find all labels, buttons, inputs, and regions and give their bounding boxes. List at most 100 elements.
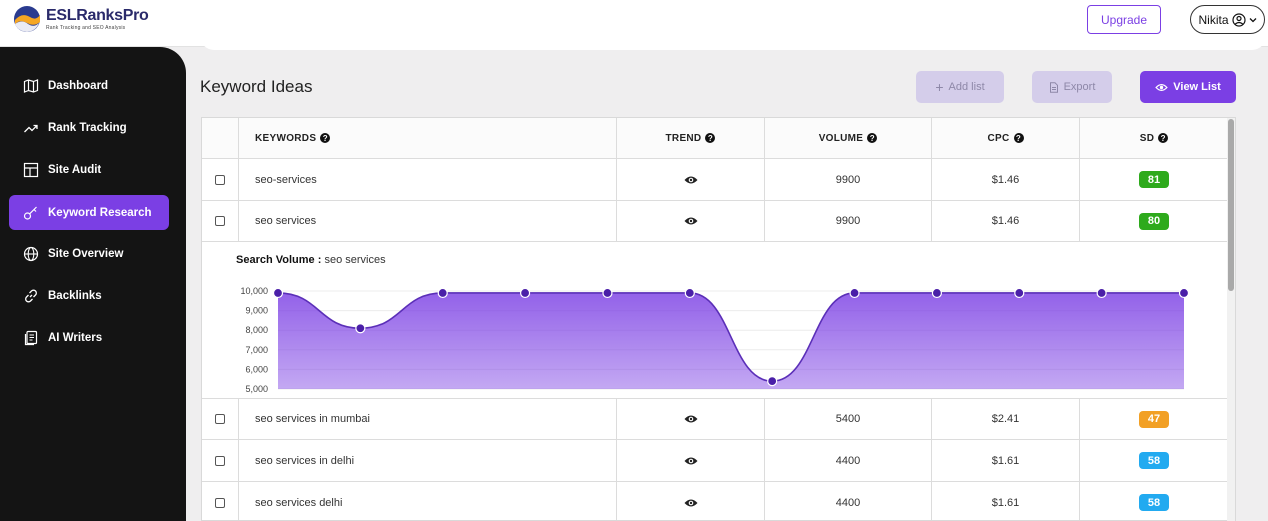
sidebar-item-backlinks[interactable]: Backlinks — [9, 278, 169, 313]
user-name: Nikita — [1198, 12, 1229, 27]
sidebar-item-label: Site Overview — [48, 247, 124, 260]
table-row[interactable]: seo services in mumbai 5400 $2.41 47 — [202, 399, 1228, 440]
eye-icon[interactable] — [684, 456, 698, 466]
y-tick-label: 10,000 — [240, 286, 268, 296]
keyword-cell: seo services in mumbai — [238, 399, 616, 439]
sidebar-item-ai-writers[interactable]: AI Writers — [9, 320, 169, 355]
sd-badge: 81 — [1139, 171, 1169, 188]
sidebar-item-label: AI Writers — [48, 331, 103, 344]
table-row[interactable]: seo services 9900 $1.46 80 — [202, 201, 1228, 242]
row-checkbox[interactable] — [215, 455, 225, 466]
data-point — [437, 287, 448, 299]
sidebar-item-label: Dashboard — [48, 79, 109, 92]
table-scrollbar[interactable] — [1227, 118, 1235, 521]
page-title: Keyword Ideas — [200, 77, 313, 96]
help-icon[interactable]: ? — [705, 133, 716, 143]
search-volume-chart: 10,000 9,000 8,000 7,000 6,000 5,000 — [240, 286, 1190, 394]
eye-icon[interactable] — [684, 175, 698, 185]
add-list-button[interactable]: + Add list — [916, 71, 1004, 103]
brand-logo[interactable]: ESLRanksPro Rank Tracking and SEO Analys… — [12, 4, 149, 34]
user-menu[interactable]: Nikita — [1190, 5, 1265, 34]
data-point — [1014, 287, 1025, 299]
table-row[interactable]: seo-services 9900 $1.46 81 — [202, 159, 1228, 201]
sidebar-item-keyword-research[interactable]: Keyword Research — [9, 195, 169, 230]
sidebar: Dashboard Rank Tracking Site Audit Keywo… — [0, 47, 186, 521]
user-circle-icon — [1231, 12, 1246, 27]
data-point — [519, 287, 531, 299]
cpc-cell: $2.41 — [931, 399, 1079, 439]
scrollbar-thumb[interactable] — [1228, 119, 1234, 291]
help-icon[interactable]: ? — [1158, 133, 1169, 143]
add-list-label: Add list — [948, 81, 985, 93]
data-point — [931, 287, 943, 299]
header-trend[interactable]: TREND? — [616, 118, 764, 158]
data-point — [355, 323, 366, 334]
sidebar-item-site-overview[interactable]: Site Overview — [9, 236, 169, 271]
key-icon — [23, 206, 37, 220]
eye-icon — [1155, 83, 1169, 91]
data-point — [1096, 287, 1107, 299]
cpc-cell: $1.61 — [931, 440, 1079, 481]
trend-line-icon — [24, 124, 38, 132]
chevron-down-icon — [1249, 17, 1256, 22]
brand-name: ESLRanksPro — [46, 7, 149, 24]
logo-icon — [12, 4, 42, 34]
sd-badge: 47 — [1139, 410, 1169, 428]
view-list-label: View List — [1173, 81, 1221, 93]
sidebar-item-rank-tracking[interactable]: Rank Tracking — [9, 110, 169, 145]
sd-badge: 58 — [1139, 452, 1169, 469]
sidebar-item-site-audit[interactable]: Site Audit — [9, 152, 169, 187]
map-icon — [23, 78, 39, 93]
volume-cell: 5400 — [764, 399, 931, 439]
search-panel-edge — [200, 36, 1266, 50]
row-checkbox[interactable] — [215, 414, 225, 424]
sidebar-item-dashboard[interactable]: Dashboard — [9, 68, 169, 103]
keyword-cell: seo services — [238, 201, 616, 241]
export-button[interactable]: Export — [1032, 71, 1112, 103]
upgrade-button[interactable]: Upgrade — [1087, 5, 1161, 34]
y-tick-label: 6,000 — [245, 364, 268, 374]
sidebar-item-label: Site Audit — [48, 163, 102, 176]
brand-tagline: Rank Tracking and SEO Analysis — [46, 25, 126, 31]
cpc-cell: $1.46 — [931, 201, 1079, 241]
sidebar-item-label: Backlinks — [48, 289, 102, 302]
view-list-button[interactable]: View List — [1140, 71, 1236, 103]
table-header-row: KEYWORDS? TREND? VOLUME? CPC? SD? — [202, 118, 1228, 159]
volume-cell: 9900 — [764, 159, 931, 200]
table-row[interactable]: seo services in delhi 4400 $1.61 58 — [202, 440, 1228, 482]
trend-chart-panel: Search Volume : seo services 10,000 9,000… — [202, 242, 1228, 399]
header-cpc[interactable]: CPC? — [931, 118, 1079, 158]
table-row[interactable]: seo services delhi 4400 $1.61 58 — [202, 482, 1228, 520]
keyword-table: KEYWORDS? TREND? VOLUME? CPC? SD? seo-se… — [201, 117, 1236, 521]
keyword-cell: seo services delhi — [238, 482, 616, 520]
data-point — [1178, 287, 1190, 299]
y-tick-label: 7,000 — [245, 345, 268, 355]
eye-icon[interactable] — [684, 498, 698, 508]
sd-badge: 80 — [1139, 212, 1169, 230]
sd-badge: 58 — [1139, 494, 1169, 511]
data-point — [849, 287, 860, 299]
volume-cell: 4400 — [764, 440, 931, 481]
export-label: Export — [1063, 81, 1096, 93]
help-icon[interactable]: ? — [1013, 133, 1024, 143]
header-volume[interactable]: VOLUME? — [764, 118, 931, 158]
cpc-cell: $1.61 — [931, 482, 1079, 520]
header-keywords[interactable]: KEYWORDS? — [238, 118, 616, 158]
data-point — [272, 287, 284, 299]
data-point — [602, 287, 613, 299]
row-checkbox[interactable] — [215, 497, 225, 508]
header-sd[interactable]: SD? — [1079, 118, 1228, 158]
data-point — [684, 287, 695, 299]
help-icon[interactable]: ? — [320, 133, 331, 143]
eye-icon[interactable] — [684, 216, 698, 226]
help-icon[interactable]: ? — [867, 133, 878, 143]
sidebar-item-label: Keyword Research — [48, 206, 152, 219]
volume-cell: 4400 — [764, 482, 931, 520]
row-checkbox[interactable] — [215, 174, 225, 185]
globe-icon — [23, 246, 39, 261]
row-checkbox[interactable] — [215, 216, 225, 226]
data-point — [767, 376, 778, 387]
eye-icon[interactable] — [684, 414, 698, 424]
y-tick-label: 9,000 — [245, 306, 268, 316]
document-icon — [24, 330, 38, 345]
